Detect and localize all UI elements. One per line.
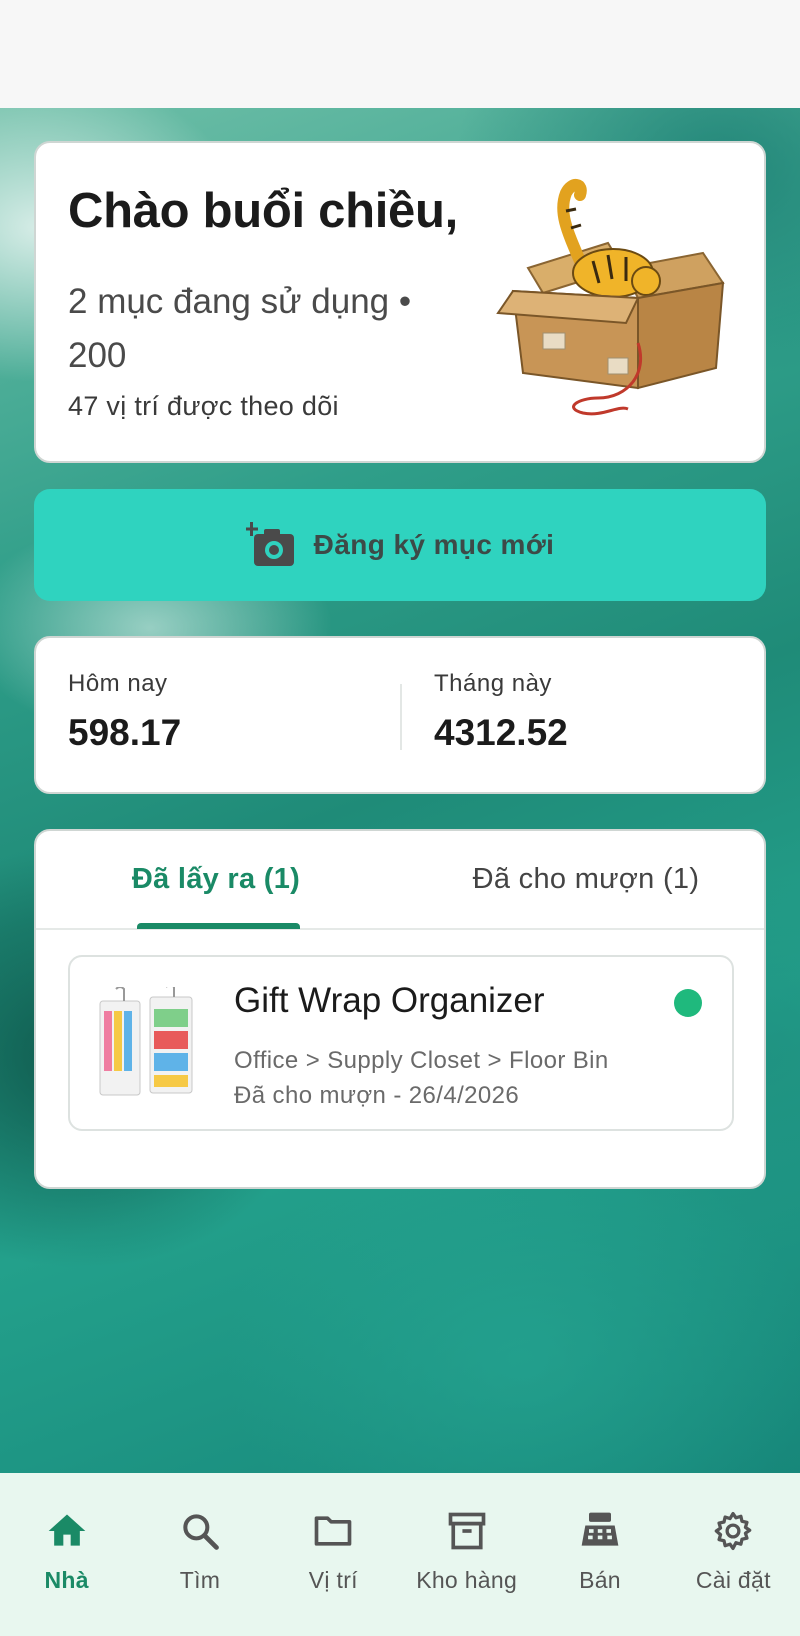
nav-inventory[interactable]: Kho hàng [400, 1473, 533, 1636]
item-thumbnail [99, 987, 193, 1096]
item-title: Gift Wrap Organizer [234, 981, 545, 1020]
nav-search-label: Tìm [179, 1567, 221, 1593]
nav-inventory-label: Kho hàng [416, 1567, 518, 1593]
folder-icon [314, 1516, 352, 1546]
register-button-label: Đăng ký mục mới [313, 529, 555, 560]
cat-in-box-illustration [496, 179, 725, 416]
bottom-navigation: Nhà Tìm Vị trí Kho hàng Bán Cài đặt [0, 1473, 800, 1636]
cash-register-icon [581, 1512, 619, 1546]
nav-search[interactable]: Tìm [133, 1473, 266, 1636]
stats-card: Hôm nay 598.17 Tháng này 4312.52 [34, 636, 766, 794]
item-location-path: Office > Supply Closet > Floor Bin [234, 1047, 609, 1074]
nav-locations-label: Vị trí [308, 1567, 358, 1593]
home-icon [48, 1514, 85, 1546]
nav-home[interactable]: Nhà [0, 1473, 133, 1636]
greeting-card: Chào buổi chiều, 2 mục đang sử dụng • 20… [34, 141, 766, 463]
active-tab-indicator [137, 923, 300, 929]
status-bar-area [0, 0, 800, 108]
register-new-item-button[interactable]: Đăng ký mục mới [34, 489, 766, 601]
stat-today-label: Hôm nay [68, 670, 168, 697]
add-camera-icon [245, 522, 294, 566]
tracked-locations-text: 47 vị trí được theo dõi [68, 391, 339, 421]
greeting-title: Chào buổi chiều, [68, 184, 458, 238]
gear-icon [714, 1511, 752, 1551]
items-in-use-text: 2 mục đang sử dụng • 200 [68, 282, 412, 375]
stat-today-value: 598.17 [68, 712, 182, 753]
archive-icon [448, 1512, 485, 1550]
items-tabs-card: Đã lấy ra (1) Đã cho mượn (1) Gift Wrap … [34, 829, 766, 1189]
nav-sell[interactable]: Bán [533, 1473, 666, 1636]
stats-divider [400, 684, 402, 750]
stat-today: Hôm nay 598.17 [68, 670, 181, 754]
status-dot [674, 989, 702, 1017]
nav-locations[interactable]: Vị trí [267, 1473, 400, 1636]
stat-month-value: 4312.52 [434, 712, 568, 753]
list-item[interactable]: Gift Wrap Organizer Office > Supply Clos… [68, 955, 734, 1131]
tab-checked-out[interactable]: Đã lấy ra (1) [96, 831, 336, 927]
stat-month: Tháng này 4312.52 [434, 670, 568, 754]
tab-lent-out[interactable]: Đã cho mượn (1) [436, 831, 736, 927]
nav-sell-label: Bán [579, 1567, 621, 1593]
nav-home-label: Nhà [44, 1567, 89, 1593]
search-icon [183, 1514, 219, 1550]
item-status: Đã cho mượn - 26/4/2026 [234, 1082, 520, 1109]
nav-settings[interactable]: Cài đặt [667, 1473, 800, 1636]
nav-settings-label: Cài đặt [695, 1567, 771, 1593]
stat-month-label: Tháng này [434, 670, 552, 697]
